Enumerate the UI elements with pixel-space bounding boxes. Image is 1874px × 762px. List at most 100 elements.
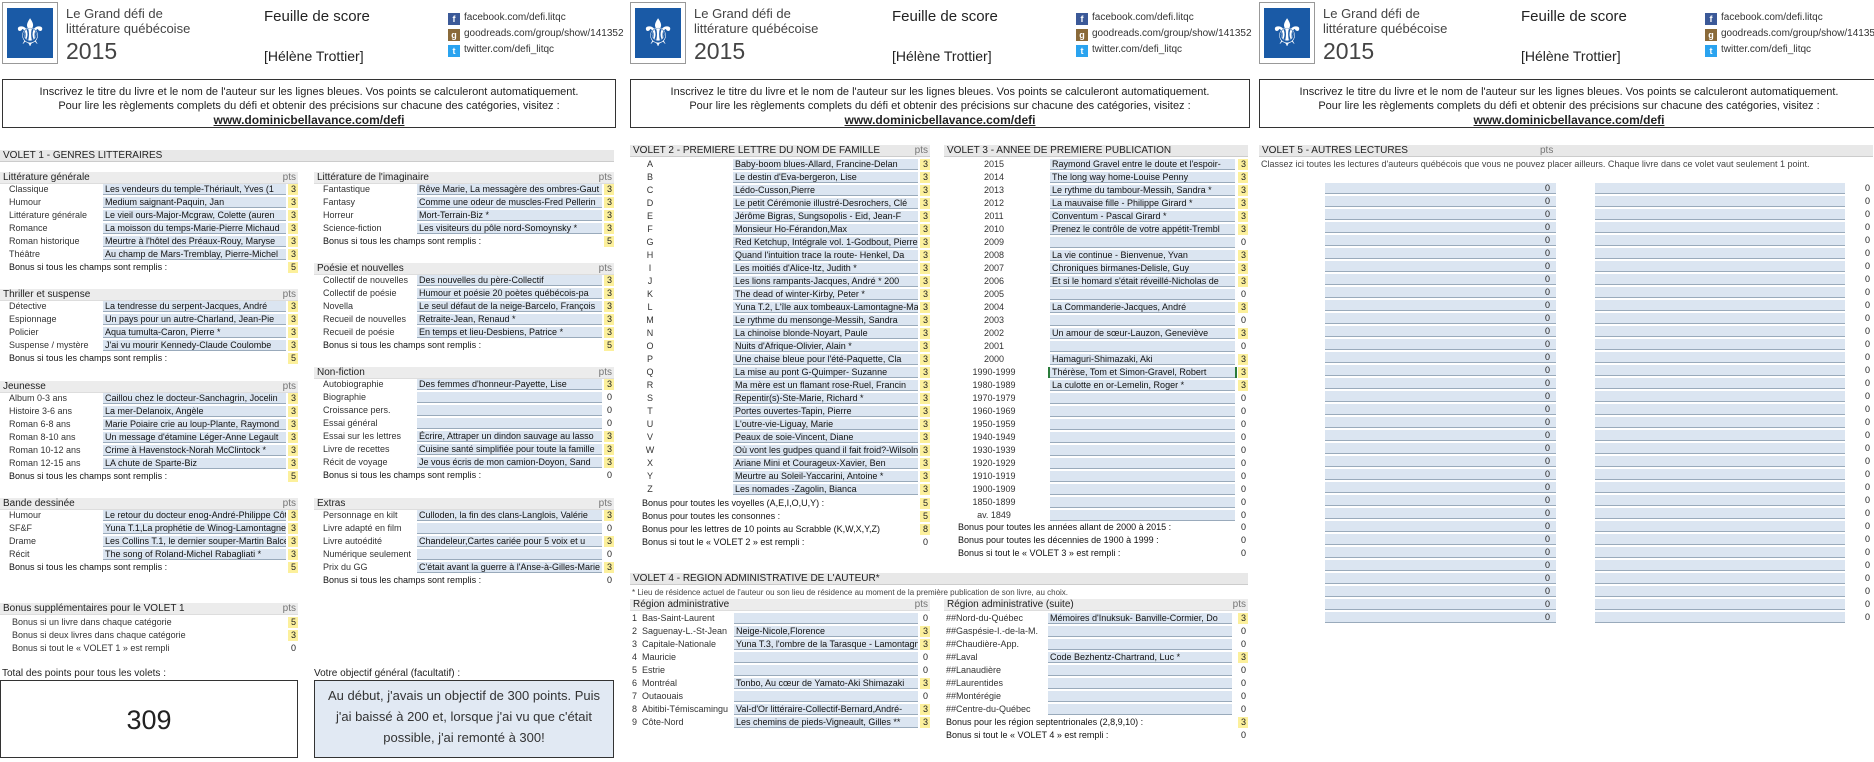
book-title-input[interactable]: La mauvaise fille - Philippe Girard * [1050, 198, 1235, 209]
book-title-input[interactable]: Les Collins T.1, le dernier souper-Marti… [103, 536, 286, 547]
book-title-input[interactable] [1595, 235, 1845, 246]
book-title-input[interactable] [1595, 586, 1845, 597]
instr-link[interactable]: www.dominicbellavance.com/defi [631, 113, 1249, 127]
book-title-input[interactable] [1325, 365, 1556, 376]
book-title-input[interactable] [1595, 365, 1845, 376]
book-title-input[interactable] [1050, 393, 1235, 404]
social-text[interactable]: goodreads.com/group/show/141352 [1721, 28, 1874, 39]
book-title-input[interactable]: Raymond Gravel entre le doute et l'espoi… [1050, 159, 1235, 170]
book-title-input[interactable]: Ariane Mini et Courageux-Xavier, Ben [733, 458, 918, 469]
book-title-input[interactable]: J'ai vu mourir Kennedy-Claude Coulombe [103, 340, 286, 351]
book-title-input[interactable]: C'était avant la guerre à l'Anse-à-Gille… [417, 562, 602, 573]
book-title-input[interactable] [1325, 482, 1556, 493]
book-title-input[interactable] [1050, 315, 1235, 326]
book-title-input[interactable]: Au champ de Mars-Tremblay, Pierre-Michel [103, 249, 286, 260]
book-title-input[interactable]: Tonbo, Au cœur de Yamato-Aki Shimazaki [734, 678, 918, 689]
social-link[interactable]: t twitter.com/defi_litqc [1705, 42, 1874, 58]
book-title-input[interactable]: Rêve Marie, La messagère des ombres-Gaut [417, 184, 602, 195]
book-title-input[interactable]: Repentir(s)-Ste-Marie, Richard * [733, 393, 918, 404]
social-link[interactable]: f facebook.com/defi.litqc [448, 10, 624, 26]
book-title-input[interactable] [1325, 430, 1556, 441]
book-title-input[interactable]: La mer-Delanoix, Angèle [103, 406, 286, 417]
book-title-input[interactable] [1595, 209, 1845, 220]
book-title-input[interactable] [1325, 495, 1556, 506]
book-title-input[interactable] [1048, 678, 1232, 689]
book-title-input[interactable] [1595, 612, 1845, 623]
book-title-input[interactable] [1595, 430, 1845, 441]
book-title-input[interactable] [734, 665, 918, 676]
book-title-input[interactable] [1595, 300, 1845, 311]
book-title-input[interactable] [1048, 691, 1232, 702]
book-title-input[interactable]: En temps et lieu-Desbiens, Patrice * [417, 327, 602, 338]
book-title-input[interactable]: Un pays pour un autre-Charland, Jean-Pie [103, 314, 286, 325]
book-title-input[interactable]: La tendresse du serpent-Jacques, André [103, 301, 286, 312]
book-title-input[interactable]: La moisson du temps-Marie-Pierre Michaud [103, 223, 286, 234]
book-title-input[interactable]: L'outre-vie-Liguay, Marie [733, 419, 918, 430]
book-title-input[interactable] [1595, 534, 1845, 545]
book-title-input[interactable]: LA chute de Sparte-Biz [103, 458, 286, 469]
book-title-input[interactable]: Prenez le contrôle de votre appétit-Trem… [1050, 224, 1235, 235]
social-link[interactable]: g goodreads.com/group/show/141352 [448, 26, 624, 42]
book-title-input[interactable]: Et si le homard s'était réveillé-Nichola… [1050, 276, 1235, 287]
book-title-input[interactable]: Portes ouvertes-Tapin, Pierre [733, 406, 918, 417]
book-title-input[interactable]: Neige-Nicole,Florence [734, 626, 918, 637]
book-title-input[interactable] [1325, 456, 1556, 467]
book-title-input[interactable] [1050, 289, 1235, 300]
instr-link[interactable]: www.dominicbellavance.com/defi [1260, 113, 1874, 127]
book-title-input[interactable] [1595, 326, 1845, 337]
book-title-input[interactable] [1048, 626, 1232, 637]
book-title-input[interactable] [1325, 196, 1556, 207]
book-title-input[interactable] [1325, 183, 1556, 194]
social-text[interactable]: facebook.com/defi.litqc [464, 12, 566, 23]
book-title-input[interactable] [1325, 586, 1556, 597]
book-title-input[interactable]: The song of Roland-Michel Rabagliati * [103, 549, 286, 560]
social-text[interactable]: goodreads.com/group/show/141352 [464, 28, 624, 39]
book-title-input[interactable]: Comme une odeur de muscles-Fred Pellerin [417, 197, 602, 208]
book-title-input[interactable]: Conventum - Pascal Girard * [1050, 211, 1235, 222]
book-title-input[interactable]: Les moitiés d'Alice-Itz, Judith * [733, 263, 918, 274]
book-title-input[interactable] [1595, 287, 1845, 298]
book-title-input[interactable] [1325, 209, 1556, 220]
social-text[interactable]: facebook.com/defi.litqc [1092, 12, 1194, 23]
book-title-input[interactable]: Le petit Cérémonie illustré-Desrochers, … [733, 198, 918, 209]
book-title-input[interactable]: Le destin d'Eva-bergeron, Lise [733, 172, 918, 183]
book-title-input[interactable] [1595, 495, 1845, 506]
book-title-input[interactable]: Nuits d'Afrique-Olivier, Alain * [733, 341, 918, 352]
book-title-input[interactable] [1325, 560, 1556, 571]
book-title-input[interactable]: Quand l'intuition trace la route- Henkel… [733, 250, 918, 261]
social-link[interactable]: g goodreads.com/group/show/141352 [1076, 26, 1252, 42]
book-title-input[interactable]: Je vous écris de mon camion-Doyon, Sand [417, 457, 602, 468]
book-title-input[interactable] [1325, 235, 1556, 246]
social-text[interactable]: twitter.com/defi_litqc [1721, 44, 1811, 55]
social-link[interactable]: f facebook.com/defi.litqc [1076, 10, 1252, 26]
book-title-input[interactable]: Monsieur Ho-Férandon,Max [733, 224, 918, 235]
book-title-input[interactable] [1048, 665, 1232, 676]
book-title-input[interactable] [1595, 248, 1845, 259]
book-title-input[interactable] [1325, 573, 1556, 584]
book-title-input[interactable] [1595, 313, 1845, 324]
book-title-input[interactable] [1050, 406, 1235, 417]
book-title-input[interactable]: Chroniques birmanes-Delisle, Guy [1050, 263, 1235, 274]
book-title-input[interactable]: Caillou chez le docteur-Sanchagrin, Joce… [103, 393, 286, 404]
book-title-input[interactable]: Les chemins de pieds-Vigneault, Gilles *… [734, 717, 918, 728]
book-title-input[interactable] [1050, 484, 1235, 495]
book-title-input[interactable] [1050, 432, 1235, 443]
book-title-input[interactable]: La vie continue - Bienvenue, Yvan [1050, 250, 1235, 261]
book-title-input[interactable]: Baby-boom blues-Allard, Francine-Delan [733, 159, 918, 170]
book-title-input[interactable] [1595, 560, 1845, 571]
book-title-input[interactable]: Red Ketchup, Intégrale vol. 1-Godbout, P… [733, 237, 918, 248]
book-title-input[interactable]: Lédo-Cusson,Pierre [733, 185, 918, 196]
book-title-input[interactable] [1050, 471, 1235, 482]
book-title-input[interactable]: Les lions rampants-Jacques, André * 200 [733, 276, 918, 287]
book-title-input[interactable]: Cuisine santé simplifiée pour toute la f… [417, 444, 602, 455]
book-title-input[interactable]: Des nouvelles du père-Collectif [417, 275, 602, 286]
book-title-input[interactable] [1595, 352, 1845, 363]
book-title-input[interactable]: Mémoires d'Inuksuk- Banville-Cormier, Do [1048, 613, 1232, 624]
book-title-input[interactable]: Le seul défaut de la neige-Barcelo, Fran… [417, 301, 602, 312]
book-title-input[interactable]: Chandeleur,Cartes cariée pour 5 voix et … [417, 536, 602, 547]
book-title-input[interactable]: Yuna T.3, l'ombre de la Tarasque - Lamon… [734, 639, 918, 650]
book-title-input[interactable]: Le retour du docteur enog-André-Philippe… [103, 510, 286, 521]
book-title-input[interactable]: Humour et poésie 20 poètes québécois-pa [417, 288, 602, 299]
book-title-input[interactable]: Yuna T.1,La prophétie de Winog-Lamontagn… [103, 523, 286, 534]
book-title-input[interactable] [1595, 599, 1845, 610]
